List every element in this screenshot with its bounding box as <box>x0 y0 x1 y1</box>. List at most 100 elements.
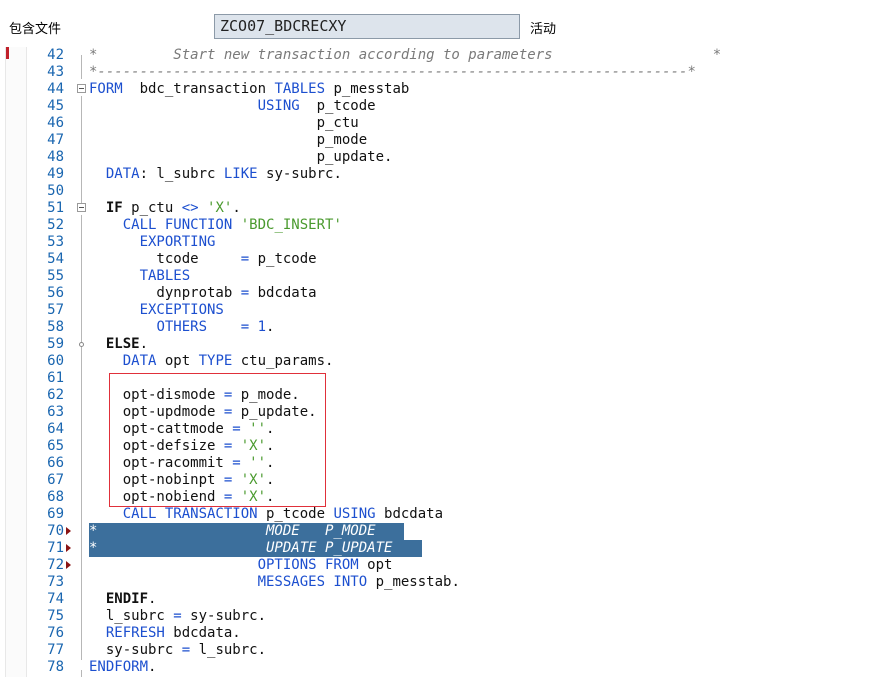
code-token: = <box>173 608 182 624</box>
code-line[interactable]: 74 ENDIF. <box>0 591 872 608</box>
fold-toggle-icon[interactable] <box>77 203 86 212</box>
abap-code-editor[interactable]: 42 * Start new transaction according to p… <box>0 47 872 677</box>
line-number: 64 <box>47 421 64 437</box>
fold-toggle-icon[interactable] <box>77 84 86 93</box>
selected-comment: * UPDATE P_UPDATE <box>89 540 393 556</box>
code-line[interactable]: 43 *-------------------------------------… <box>0 64 872 81</box>
code-token: p_tcode <box>299 98 376 114</box>
code-text: OPTIONS FROM opt <box>89 557 393 574</box>
code-line[interactable]: 53 EXPORTING <box>0 234 872 251</box>
code-text: REFRESH bdcdata. <box>89 625 241 642</box>
code-line[interactable]: 60 DATA opt TYPE ctu_params. <box>0 353 872 370</box>
code-line[interactable]: 52 CALL FUNCTION 'BDC_INSERT' <box>0 217 872 234</box>
line-number: 55 <box>47 268 64 284</box>
code-line[interactable]: 76 REFRESH bdcdata. <box>0 625 872 642</box>
code-line[interactable]: 45 USING p_tcode <box>0 98 872 115</box>
code-token: . <box>232 200 241 216</box>
code-token: sy-subrc. <box>181 608 267 624</box>
line-number: 45 <box>47 98 64 114</box>
code-token: opt <box>156 353 199 369</box>
code-text: DATA: l_subrc LIKE sy-subrc. <box>89 166 342 183</box>
code-line[interactable]: 70 * MODE P_MODE <box>0 523 872 540</box>
code-line[interactable]: 73 MESSAGES INTO p_messtab. <box>0 574 872 591</box>
code-token: ELSE <box>105 336 140 352</box>
code-text: EXCEPTIONS <box>89 302 224 319</box>
code-token: sy-subrc. <box>257 166 342 182</box>
code-line[interactable]: 71 * UPDATE P_UPDATE <box>0 540 872 557</box>
code-token: p_messtab. <box>367 574 460 590</box>
code-line[interactable]: 42 * Start new transaction according to p… <box>0 47 872 64</box>
code-line[interactable]: 46 p_ctu <box>0 115 872 132</box>
code-line[interactable]: 78 ENDFORM. <box>0 659 872 676</box>
code-text: MESSAGES INTO p_messtab. <box>89 574 460 591</box>
change-marker-icon <box>66 527 71 535</box>
code-line[interactable]: 55 TABLES <box>0 268 872 285</box>
code-line[interactable]: 47 p_mode <box>0 132 872 149</box>
code-line[interactable]: 54 tcode = p_tcode <box>0 251 872 268</box>
line-number: 60 <box>47 353 64 369</box>
line-number: 44 <box>47 81 64 97</box>
code-text: ELSE. <box>89 336 148 353</box>
line-number: 42 <box>47 47 64 63</box>
code-token: ctu_params. <box>232 353 334 369</box>
code-token: MESSAGES INTO <box>257 574 368 590</box>
code-token: p_mode <box>89 132 368 148</box>
code-text: DATA opt TYPE ctu_params. <box>89 353 334 370</box>
code-line[interactable]: 58 OTHERS = 1. <box>0 319 872 336</box>
code-text: USING p_tcode <box>89 98 376 115</box>
line-number: 43 <box>47 64 64 80</box>
code-text: ENDFORM. <box>89 659 156 676</box>
code-token: IF <box>105 200 123 216</box>
include-label: 包含文件 <box>9 22 62 37</box>
code-token: p_ctu <box>89 115 359 131</box>
line-number: 75 <box>47 608 64 624</box>
line-number: 53 <box>47 234 64 250</box>
code-token: EXPORTING <box>139 234 216 250</box>
code-token: p_messtab <box>325 81 410 97</box>
program-name-field[interactable]: ZCO07_BDCRECXY <box>214 14 520 39</box>
selected-comment: * MODE P_MODE <box>89 523 376 539</box>
code-line[interactable]: 72 OPTIONS FROM opt <box>0 557 872 574</box>
line-number: 61 <box>47 370 64 386</box>
code-token: sy-subrc <box>89 642 182 658</box>
code-token: p_tcode <box>249 251 317 267</box>
code-text: p_update. <box>89 149 393 166</box>
code-token: p_tcode <box>257 506 334 522</box>
code-token: ENDIF <box>105 591 149 607</box>
code-line[interactable]: 57 EXCEPTIONS <box>0 302 872 319</box>
line-number: 47 <box>47 132 64 148</box>
code-token: = <box>240 285 250 301</box>
code-text: l_subrc = sy-subrc. <box>89 608 266 625</box>
code-token: opt <box>358 557 393 573</box>
code-line[interactable]: 44 FORM bdc_transaction TABLES p_messtab <box>0 81 872 98</box>
change-marker-icon <box>66 544 71 552</box>
line-number: 59 <box>47 336 64 352</box>
code-line[interactable]: 56 dynprotab = bdcdata <box>0 285 872 302</box>
code-line[interactable]: 50 <box>0 183 872 200</box>
code-line[interactable]: 49 DATA: l_subrc LIKE sy-subrc. <box>0 166 872 183</box>
code-line[interactable]: 69 CALL TRANSACTION p_tcode USING bdcdat… <box>0 506 872 523</box>
code-token: bdcdata. <box>164 625 241 641</box>
code-token: TABLES <box>274 81 326 97</box>
code-line[interactable]: 59 ELSE. <box>0 336 872 353</box>
line-number: 66 <box>47 455 64 471</box>
code-line[interactable]: 48 p_update. <box>0 149 872 166</box>
code-text: sy-subrc = l_subrc. <box>89 642 266 659</box>
line-number: 65 <box>47 438 64 454</box>
code-token: bdc_transaction <box>122 81 275 97</box>
code-line[interactable]: 51 IF p_ctu <> 'X'. <box>0 200 872 217</box>
line-number: 62 <box>47 387 64 403</box>
code-line[interactable]: 77 sy-subrc = l_subrc. <box>0 642 872 659</box>
code-line[interactable]: 75 l_subrc = sy-subrc. <box>0 608 872 625</box>
line-number: 77 <box>47 642 64 658</box>
code-token: . <box>148 659 157 675</box>
code-token: dynprotab <box>89 285 241 301</box>
